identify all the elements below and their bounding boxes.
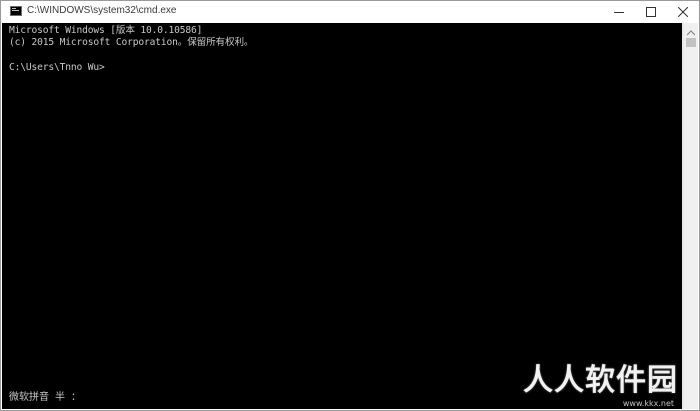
watermark-logo: 人人软件园 [523, 363, 678, 398]
vertical-scrollbar[interactable] [684, 23, 698, 409]
scroll-thumb[interactable] [686, 38, 696, 47]
command-prompt[interactable]: C:\Users\Tnno Wu> [9, 62, 105, 74]
console-line: (c) 2015 Microsoft Corporation。保留所有权利。 [9, 37, 254, 48]
chevron-up-icon [686, 21, 696, 40]
minimize-icon [614, 7, 624, 17]
watermark-url: www.kkx.net [622, 399, 674, 408]
console-area[interactable]: Microsoft Windows [版本 10.0.10586] (c) 20… [2, 23, 684, 409]
cmd-window: C:\WINDOWS\system32\cmd.exe Microsoft Wi… [0, 0, 700, 411]
console-line: Microsoft Windows [版本 10.0.10586] [9, 25, 203, 36]
minimize-button[interactable] [603, 1, 635, 23]
scroll-up-button[interactable] [684, 23, 698, 37]
ime-status: 微软拼音 半 ： [9, 392, 82, 403]
close-icon [678, 7, 688, 17]
maximize-icon [646, 7, 656, 17]
cmd-icon[interactable] [10, 6, 22, 16]
title-bar[interactable]: C:\WINDOWS\system32\cmd.exe [1, 1, 699, 23]
maximize-button[interactable] [635, 1, 667, 23]
window-title: C:\WINDOWS\system32\cmd.exe [27, 5, 177, 16]
window-controls [603, 1, 699, 23]
